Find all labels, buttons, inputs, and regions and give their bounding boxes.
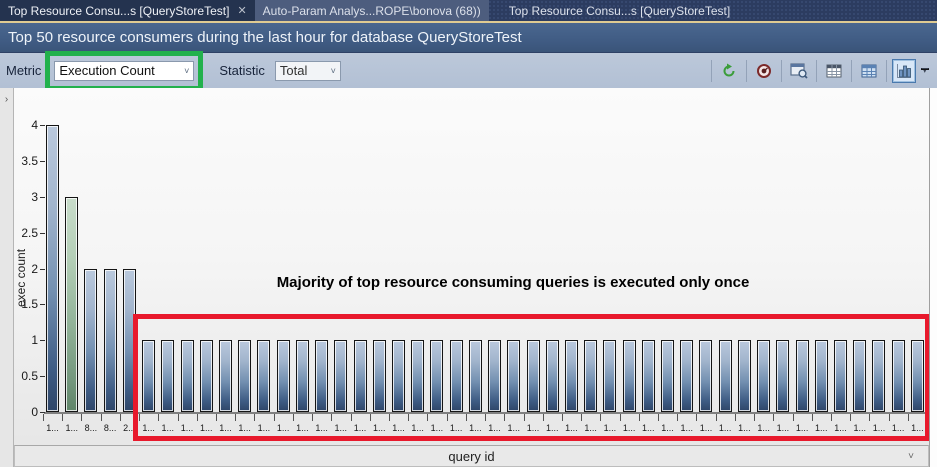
chevron-down-icon: ˅ (184, 66, 189, 76)
toolbar-separator (816, 60, 817, 82)
y-tick-label: 0.5 (12, 369, 38, 383)
query-bar[interactable] (84, 269, 97, 413)
y-tick (40, 233, 45, 234)
query-bar[interactable] (65, 197, 78, 412)
metric-dropdown-value: Execution Count (59, 63, 178, 78)
toolbar-separator (781, 60, 782, 82)
statistic-label: Statistic (219, 63, 265, 78)
expand-pane-chevron-icon: › (0, 94, 13, 105)
toolbar-separator (851, 60, 852, 82)
y-tick-label: 3.5 (12, 154, 38, 168)
y-tick-label: 3 (12, 190, 38, 204)
x-tick (43, 414, 44, 421)
grid-view-button[interactable] (822, 59, 846, 83)
x-tick (62, 414, 63, 421)
y-tick-label: 1 (12, 333, 38, 347)
toolbar-separator (886, 60, 887, 82)
y-tick-label: 2.5 (12, 226, 38, 240)
x-tick-label: 1... (62, 423, 81, 433)
refresh-icon (721, 63, 737, 79)
annotation-text: Majority of top resource consuming queri… (258, 274, 768, 291)
document-tab-strip: Top Resource Consu...s [QueryStoreTest] … (0, 0, 937, 21)
right-panel-edge (929, 88, 937, 467)
x-tick (120, 414, 121, 421)
page-title: Top 50 resource consumers during the las… (8, 29, 522, 46)
x-tick-label: 1... (43, 423, 62, 433)
x-tick-label: 8... (101, 423, 120, 433)
toolbar-separator (711, 60, 712, 82)
query-bar[interactable] (46, 125, 59, 412)
x-axis-title-bar[interactable]: query id ˅ (14, 445, 929, 467)
view-query-text-button[interactable] (787, 59, 811, 83)
metric-label: Metric (6, 63, 41, 78)
tab-label: Auto-Param Analys...ROPE\bonova (68)) (263, 4, 481, 18)
statistic-dropdown[interactable]: Total ˅ (275, 61, 341, 81)
gauge-icon (756, 63, 772, 79)
toolbar-button-group: ▾ (706, 53, 927, 88)
x-tick (101, 414, 102, 421)
y-tick-label: 4 (12, 118, 38, 132)
x-tick (81, 414, 82, 421)
y-tick (40, 304, 45, 305)
metric-dropdown-highlight-rect: Execution Count ˅ (45, 51, 203, 91)
tab-label: Top Resource Consu...s [QueryStoreTest] (509, 4, 730, 18)
y-tick (40, 340, 45, 341)
y-tick (40, 197, 45, 198)
y-tick-label: 2 (12, 262, 38, 276)
toolbar-overflow-button[interactable]: ▾ (922, 68, 927, 73)
y-tick-label: 1.5 (12, 297, 38, 311)
queries-executed-once-highlight-rect (133, 314, 930, 441)
tab-label: Top Resource Consu...s [QueryStoreTest] (8, 4, 229, 18)
toolbar-overflow-bar (921, 68, 929, 70)
tab-auto-param-analysis[interactable]: Auto-Param Analys...ROPE\bonova (68)) (255, 0, 489, 21)
y-tick (40, 412, 45, 413)
tab-top-resource-consumers-1[interactable]: Top Resource Consu...s [QueryStoreTest] … (0, 0, 255, 21)
view-query-icon (790, 63, 808, 79)
track-query-button[interactable] (752, 59, 776, 83)
bar-chart-icon (896, 63, 912, 79)
grid-additional-view-button[interactable] (857, 59, 881, 83)
y-tick-label: 0 (12, 405, 38, 419)
chart-view-button[interactable] (892, 59, 916, 83)
grid-dark-icon (826, 63, 842, 79)
y-tick (40, 125, 45, 126)
tab-top-resource-consumers-2[interactable]: Top Resource Consu...s [QueryStoreTest] (501, 0, 738, 21)
toolbar-separator (746, 60, 747, 82)
x-axis-title: query id (448, 449, 494, 464)
query-bar[interactable] (104, 269, 117, 413)
statistic-dropdown-value: Total (280, 63, 325, 78)
x-tick-label: 8... (81, 423, 100, 433)
metric-dropdown[interactable]: Execution Count ˅ (54, 61, 194, 81)
y-tick (40, 376, 45, 377)
refresh-button[interactable] (717, 59, 741, 83)
chevron-down-icon: ˅ (908, 451, 914, 462)
y-tick (40, 269, 45, 270)
grid-blue-icon (861, 63, 877, 79)
y-tick (40, 161, 45, 162)
report-toolbar: Metric Execution Count ˅ Statistic Total… (0, 52, 937, 88)
close-icon[interactable]: ✕ (237, 4, 246, 17)
chevron-down-icon: ˅ (331, 66, 336, 76)
chart-pane: › exec count 00.511.522.533.541...1...8.… (0, 88, 937, 467)
report-title-bar: Top 50 resource consumers during the las… (0, 23, 937, 52)
